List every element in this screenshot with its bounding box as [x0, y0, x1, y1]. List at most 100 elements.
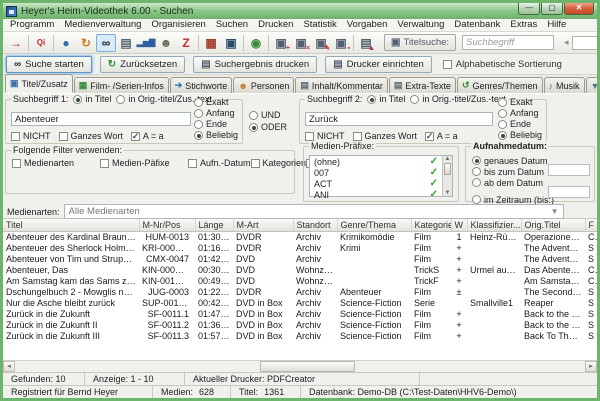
search2-ganzes-wort-checkbox[interactable]: Ganzes Wort — [353, 131, 417, 141]
tab-extra-texte[interactable]: ▤Extra-Texte — [389, 77, 456, 93]
radio-search1-anfang[interactable]: Anfang — [194, 108, 238, 118]
scroll-right-icon[interactable]: ▸ — [585, 361, 597, 372]
radio-search2-ende[interactable]: Ende — [498, 119, 542, 129]
titelsuche-button[interactable]: ▣ Titelsuche: — [384, 34, 456, 51]
scroll-left-icon[interactable]: ◂ — [3, 361, 15, 372]
menu-item-verwaltung[interactable]: Verwaltung — [392, 19, 449, 31]
menu-item-extras[interactable]: Extras — [505, 19, 542, 31]
vorgaben-icon[interactable]: Z — [176, 34, 196, 52]
date-search-icon[interactable]: ▦ — [201, 34, 221, 52]
suchergebnis-drucken-button[interactable]: ▤Suchergebnis drucken — [193, 56, 317, 73]
search-input[interactable] — [462, 35, 554, 50]
radio-search1-beliebig[interactable]: Beliebig — [194, 130, 238, 140]
horizontal-scrollbar[interactable]: ◂ ▸ — [3, 360, 597, 372]
pager-page-field[interactable] — [572, 36, 600, 50]
filter-checkbox-medienarten[interactable]: Medienarten — [12, 157, 100, 169]
menu-item-vorgaben[interactable]: Vorgaben — [342, 19, 393, 31]
table-row[interactable]: Abenteuer, DasKIN-0009 / 0300:30:00DVDWo… — [3, 264, 597, 275]
drucker-einrichten-button[interactable]: ▤Drucker einrichten — [325, 56, 432, 73]
search2-a-gleich-a-checkbox[interactable]: A = a — [425, 131, 458, 141]
maximize-button[interactable]: ▢ — [541, 3, 563, 15]
praefixe-scrollbar[interactable]: ▲▼ — [442, 156, 452, 196]
praefix-item-ohne[interactable]: (ohne)✓ — [310, 156, 442, 167]
menu-item-drucken[interactable]: Drucken — [253, 19, 298, 31]
radio-search2-anfang[interactable]: Anfang — [498, 108, 542, 118]
close-button[interactable]: ✕ — [564, 3, 594, 15]
db-save-icon[interactable]: ▣▪ — [331, 34, 351, 52]
column-header-klassifizier[interactable]: Klassifizier... — [467, 219, 521, 231]
search1-ganzes-wort-checkbox[interactable]: Ganzes Wort — [59, 131, 123, 141]
radio-und[interactable]: UND — [249, 110, 287, 120]
radio-datum-genaues-datum[interactable]: genaues Datum — [472, 155, 554, 166]
scrollbar-track[interactable] — [15, 361, 585, 372]
zurücksetzen-button[interactable]: ↻Zurücksetzen — [100, 56, 185, 73]
column-header-m-nr-pos[interactable]: M-Nr/Pos — [139, 219, 195, 231]
tab-film-serien-infos[interactable]: ▦Film- /Serien-Infos — [74, 77, 169, 93]
radio-search1-ende[interactable]: Ende — [194, 119, 238, 129]
column-header-m-art[interactable]: M-Art — [233, 219, 293, 231]
pager-prev-icon[interactable]: ◂ — [564, 37, 569, 48]
radio-datum-bis-zum-datum[interactable]: bis zum Datum — [472, 166, 554, 177]
column-header-titel[interactable]: Titel — [3, 219, 139, 231]
table-row[interactable]: Zurück in die ZukunftSF-0011.101:47:00DV… — [3, 308, 597, 319]
print-icon[interactable]: ▤ — [116, 34, 136, 52]
column-header-standort[interactable]: Standort — [293, 219, 337, 231]
menu-item-datenbank[interactable]: Datenbank — [449, 19, 505, 31]
radio-search1-exakt[interactable]: Exakt — [194, 97, 238, 107]
exit-icon[interactable]: → — [6, 34, 26, 52]
column-header-genre-thema[interactable]: Genre/Thema — [337, 219, 411, 231]
tab-stichworte[interactable]: ➔Stichworte — [170, 77, 233, 93]
search-icon[interactable]: ∞ — [96, 34, 116, 52]
praefix-item-ani[interactable]: ANI✓ — [310, 189, 442, 200]
date-from-field[interactable] — [548, 164, 590, 176]
column-header-orig-titel[interactable]: Orig.Titel — [521, 219, 585, 231]
search2-term-field[interactable] — [305, 112, 493, 126]
organize-icon[interactable]: ↻ — [76, 34, 96, 52]
search1-term-field[interactable] — [11, 112, 191, 126]
date-to-field[interactable] — [548, 186, 590, 198]
export-print-icon[interactable]: ▤▲ — [356, 34, 376, 52]
menu-item-medienverwaltung[interactable]: Medienverwaltung — [59, 19, 146, 31]
table-row[interactable]: Am Samstag kam das Sams zurückKIN-0014 /… — [3, 275, 597, 286]
medienarten-dropdown[interactable]: Alle Medienarten ▼ — [64, 204, 564, 219]
table-row[interactable]: Abenteuer von Tim und Struppi: Das Ge...… — [3, 253, 597, 264]
praefix-item-007[interactable]: 007✓ — [310, 167, 442, 178]
alphabetical-sort-checkbox[interactable]: Alphabetische Sortierung — [443, 59, 562, 70]
menu-item-organisieren[interactable]: Organisieren — [146, 19, 210, 31]
qi-logo-icon[interactable]: Qi — [31, 34, 51, 52]
filter-checkbox-aufn-datum[interactable]: Aufn.-Datum — [188, 157, 251, 169]
cd-icon[interactable]: ◉ — [246, 34, 266, 52]
search1-nicht-checkbox[interactable]: NICHT — [11, 131, 51, 141]
suche-starten-button[interactable]: ∞Suche starten — [6, 56, 92, 73]
menu-item-suchen[interactable]: Suchen — [211, 19, 253, 31]
column-header-w[interactable]: W — [451, 219, 467, 231]
table-row[interactable]: Nur die Asche bleibt zurückSUP-0010.5 / … — [3, 297, 597, 308]
db-edit-icon[interactable]: ▣✎ — [311, 34, 331, 52]
web-icon[interactable]: ● — [56, 34, 76, 52]
radio-search2-beliebig[interactable]: Beliebig — [498, 130, 542, 140]
filter-checkbox-kategorien[interactable]: Kategorien — [251, 157, 307, 169]
search2-nicht-checkbox[interactable]: NICHT — [305, 131, 345, 141]
radio-search2-in-orig[interactable]: in Orig.-titel/Zus.-text — [410, 94, 506, 104]
radio-datum-ab-dem-datum[interactable]: ab dem Datum — [472, 177, 554, 188]
radio-search2-exakt[interactable]: Exakt — [498, 97, 542, 107]
tab-personen[interactable]: ☻Personen — [233, 77, 294, 93]
db-new-icon[interactable]: ▣+ — [271, 34, 291, 52]
scrollbar-thumb[interactable] — [260, 361, 355, 372]
db-delete-icon[interactable]: ▣× — [291, 34, 311, 52]
column-header-f[interactable]: F — [585, 219, 597, 231]
table-row[interactable]: Zurück in die Zukunft IIISF-0011.301:57:… — [3, 330, 597, 341]
praefix-item-act[interactable]: ACT✓ — [310, 178, 442, 189]
table-row[interactable]: Abenteuer des Sherlock Holmes, DieKRI-00… — [3, 242, 597, 253]
radio-search1-in-titel[interactable]: in Titel — [73, 94, 111, 104]
filter-checkbox-medien-päfixe[interactable]: Medien-Päfixe — [100, 157, 188, 169]
tab-genres-themen[interactable]: ↺Genres/Themen — [457, 77, 543, 93]
loan-person-icon[interactable]: ☻ — [156, 34, 176, 52]
table-row[interactable]: Dschungelbuch 2 - Mowglis neue Abent...J… — [3, 286, 597, 297]
alphabetical-sort-checkbox-box[interactable] — [443, 60, 452, 69]
column-header-länge[interactable]: Länge — [195, 219, 233, 231]
radio-oder[interactable]: ODER — [249, 122, 287, 132]
column-header-kategorie[interactable]: Kategorie — [411, 219, 451, 231]
menu-item-statistik[interactable]: Statistik — [298, 19, 341, 31]
menu-item-hilfe[interactable]: Hilfe — [542, 19, 571, 31]
